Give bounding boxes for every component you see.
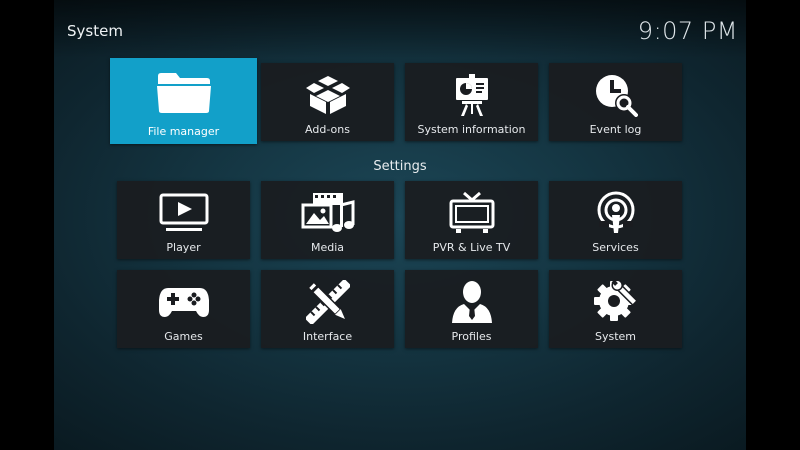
podcast-broadcast-icon [549,190,682,236]
tile-label: PVR & Live TV [432,241,511,254]
presentation-chart-icon [405,72,538,118]
tile-label: Add-ons [305,123,350,136]
clock: 9:07 PM [637,17,738,45]
pencil-ruler-icon [261,279,394,325]
tile-system-information[interactable]: System information [405,63,538,141]
tile-system[interactable]: System [549,270,682,348]
play-monitor-icon [117,190,250,236]
kodi-system-screen: System 9:07 PM File manager Add-ons Syst… [54,0,746,450]
tile-profiles[interactable]: Profiles [405,270,538,348]
gear-wrench-icon [549,279,682,325]
tile-file-manager[interactable]: File manager [110,58,257,144]
tile-player[interactable]: Player [117,181,250,259]
tile-label: Profiles [451,330,492,343]
tile-add-ons[interactable]: Add-ons [261,63,394,141]
top-bar: System 9:07 PM [54,0,746,58]
tile-media[interactable]: Media [261,181,394,259]
tile-pvr-live-tv[interactable]: PVR & Live TV [405,181,538,259]
tile-label: System [594,330,637,343]
tile-interface[interactable]: Interface [261,270,394,348]
tile-label: Games [164,330,203,343]
tile-label: Player [166,241,201,254]
tile-services[interactable]: Services [549,181,682,259]
clock-search-icon [549,72,682,118]
window-title: System [67,22,123,40]
media-film-music-icon [261,190,394,236]
tile-label: Services [592,241,639,254]
folder-icon [110,68,257,116]
settings-heading: Settings [373,159,427,174]
tile-label: System information [417,123,526,136]
addon-box-icon [261,72,394,118]
tile-event-log[interactable]: Event log [549,63,682,141]
tile-label: Event log [589,123,642,136]
tile-label: Media [310,241,345,254]
tv-antenna-icon [405,190,538,236]
person-icon [405,279,538,325]
tile-games[interactable]: Games [117,270,250,348]
gamepad-icon [117,279,250,325]
tile-label: File manager [147,125,220,138]
tile-label: Interface [302,330,353,343]
